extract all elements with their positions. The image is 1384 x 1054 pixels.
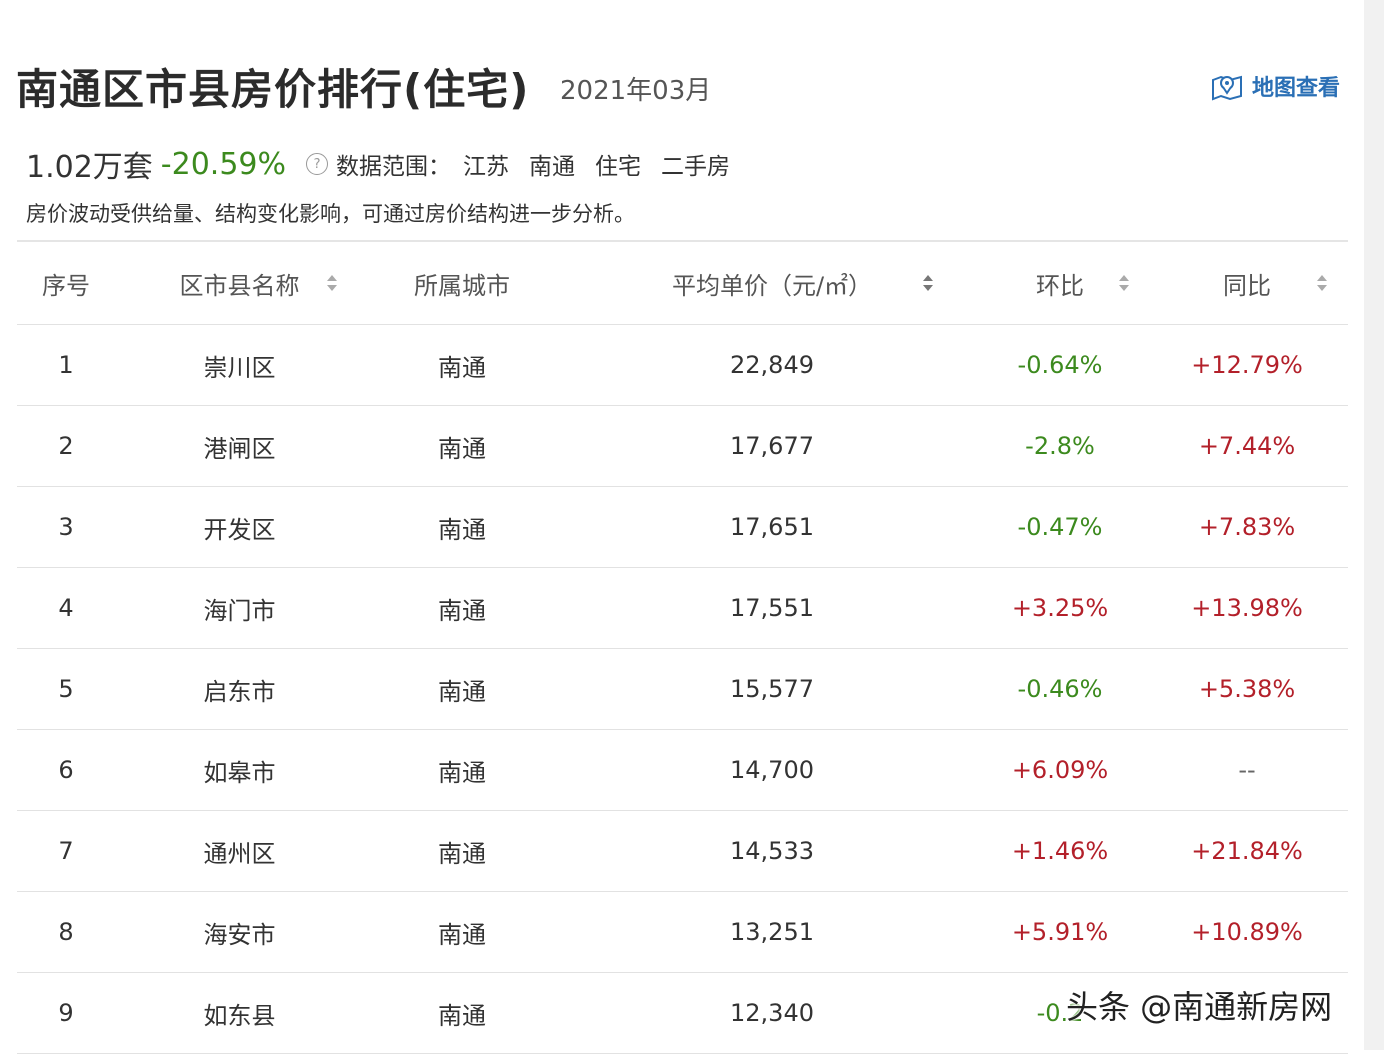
header-yoy[interactable]: 同比 — [1187, 242, 1307, 324]
table-row[interactable]: 5 启东市 南通 15,577 -0.46% +5.38% — [17, 649, 1348, 730]
cell-city: 南通 — [438, 758, 486, 787]
ranking-table: 序号 区市县名称 所属城市 平均单价（元/㎡） 环比 同比 1 崇川区 南通 22,8… — [17, 240, 1348, 1054]
cell-mom: -0.47% — [1017, 513, 1103, 541]
cell-city: 南通 — [438, 677, 486, 706]
page-title: 南通区市县房价排行(住宅) — [16, 65, 530, 114]
scrollbar-track[interactable] — [1364, 0, 1384, 1050]
cell-avg-price: 15,577 — [730, 675, 814, 703]
cell-mom: +1.46% — [1011, 837, 1109, 865]
cell-city: 南通 — [438, 920, 486, 949]
cell-yoy: +10.89% — [1191, 918, 1303, 946]
cell-district: 如东县 — [203, 1001, 276, 1030]
cell-yoy: +12.79% — [1191, 351, 1303, 379]
cell-city: 南通 — [438, 839, 486, 868]
map-pin-icon — [1212, 75, 1242, 101]
table-row[interactable]: 3 开发区 南通 17,651 -0.47% +7.83% — [17, 487, 1348, 568]
cell-mom: +6.09% — [1011, 756, 1109, 784]
cell-city: 南通 — [438, 434, 486, 463]
scope-city: 南通 — [529, 154, 576, 180]
cell-city: 南通 — [438, 596, 486, 625]
cell-rank: 9 — [58, 999, 74, 1027]
cell-rank: 4 — [58, 594, 74, 622]
cell-avg-price: 17,651 — [730, 513, 814, 541]
table-header: 序号 区市县名称 所属城市 平均单价（元/㎡） 环比 同比 — [17, 242, 1348, 325]
cell-rank: 5 — [58, 675, 74, 703]
cell-avg-price: 12,340 — [730, 999, 814, 1027]
table-row[interactable]: 4 海门市 南通 17,551 +3.25% +13.98% — [17, 568, 1348, 649]
cell-district: 启东市 — [203, 677, 276, 706]
help-icon[interactable]: ? — [306, 153, 329, 175]
cell-avg-price: 17,677 — [730, 432, 814, 460]
cell-rank: 6 — [58, 756, 74, 784]
cell-yoy: +7.83% — [1198, 513, 1296, 541]
cell-avg-price: 13,251 — [730, 918, 814, 946]
header-city: 所属城市 — [414, 271, 510, 300]
header-district[interactable]: 区市县名称 — [167, 242, 312, 324]
table-row[interactable]: 1 崇川区 南通 22,849 -0.64% +12.79% — [17, 325, 1348, 406]
watermark-text: 头条 @南通新房网 — [1066, 988, 1333, 1026]
cell-rank: 1 — [58, 351, 74, 379]
scope-label: 数据范围： — [336, 154, 452, 180]
stats-bar: 1.02万套 -20.59% ? 数据范围： 江苏 南通 住宅 二手房 — [26, 142, 730, 186]
page: 南通区市县房价排行(住宅) 2021年03月 地图查看 1.02万套 -20.5… — [0, 0, 1384, 1054]
scope-market: 二手房 — [661, 154, 731, 180]
cell-mom: +5.91% — [1011, 918, 1109, 946]
table-row[interactable]: 8 海安市 南通 13,251 +5.91% +10.89% — [17, 892, 1348, 973]
sort-icon[interactable] — [1316, 273, 1328, 293]
cell-avg-price: 14,533 — [730, 837, 814, 865]
table-row[interactable]: 7 通州区 南通 14,533 +1.46% +21.84% — [17, 811, 1348, 892]
cell-yoy: +21.84% — [1191, 837, 1303, 865]
cell-mom: +3.25% — [1011, 594, 1109, 622]
sort-icon[interactable] — [1118, 273, 1130, 293]
cell-avg-price: 17,551 — [730, 594, 814, 622]
table-row[interactable]: 2 港闸区 南通 17,677 -2.8% +7.44% — [17, 406, 1348, 487]
cell-avg-price: 14,700 — [730, 756, 814, 784]
volume-change: -20.59% — [160, 146, 287, 182]
cell-district: 港闸区 — [203, 434, 276, 463]
cell-district: 通州区 — [203, 839, 276, 868]
sort-icon[interactable] — [922, 273, 934, 293]
cell-district: 开发区 — [203, 515, 276, 544]
cell-mom: -2.8% — [1025, 432, 1095, 460]
header-avg-price[interactable]: 平均单价（元/㎡） — [647, 242, 897, 324]
header-mom[interactable]: 环比 — [1010, 242, 1110, 324]
cell-rank: 8 — [58, 918, 74, 946]
scope-type: 住宅 — [595, 154, 642, 180]
table-row[interactable]: 6 如皋市 南通 14,700 +6.09% -- — [17, 730, 1348, 811]
cell-district: 如皋市 — [203, 758, 276, 787]
cell-rank: 3 — [58, 513, 74, 541]
price-note: 房价波动受供给量、结构变化影响，可通过房价结构进一步分析。 — [26, 202, 635, 226]
map-view-link[interactable]: 地图查看 — [1210, 70, 1340, 102]
transaction-volume: 1.02万套 — [26, 150, 153, 185]
cell-mom: -0.46% — [1017, 675, 1103, 703]
table-body: 1 崇川区 南通 22,849 -0.64% +12.79% 2 港闸区 南通 17,677 -2.… — [17, 325, 1348, 1054]
header-rank: 序号 — [42, 271, 90, 300]
cell-district: 海门市 — [203, 596, 276, 625]
scope-province: 江苏 — [463, 154, 510, 180]
map-view-label: 地图查看 — [1252, 76, 1341, 101]
sort-icon[interactable] — [326, 273, 338, 293]
cell-rank: 2 — [58, 432, 74, 460]
cell-rank: 7 — [58, 837, 74, 865]
cell-yoy: +7.44% — [1198, 432, 1296, 460]
cell-district: 崇川区 — [203, 353, 276, 382]
cell-yoy: +5.38% — [1198, 675, 1296, 703]
cell-city: 南通 — [438, 515, 486, 544]
cell-mom: -0.64% — [1017, 351, 1103, 379]
report-date: 2021年03月 — [560, 76, 712, 106]
cell-city: 南通 — [438, 353, 486, 382]
cell-yoy: +13.98% — [1191, 594, 1303, 622]
cell-city: 南通 — [438, 1001, 486, 1030]
cell-yoy: -- — [1238, 756, 1256, 784]
cell-district: 海安市 — [203, 920, 276, 949]
cell-avg-price: 22,849 — [730, 351, 814, 379]
